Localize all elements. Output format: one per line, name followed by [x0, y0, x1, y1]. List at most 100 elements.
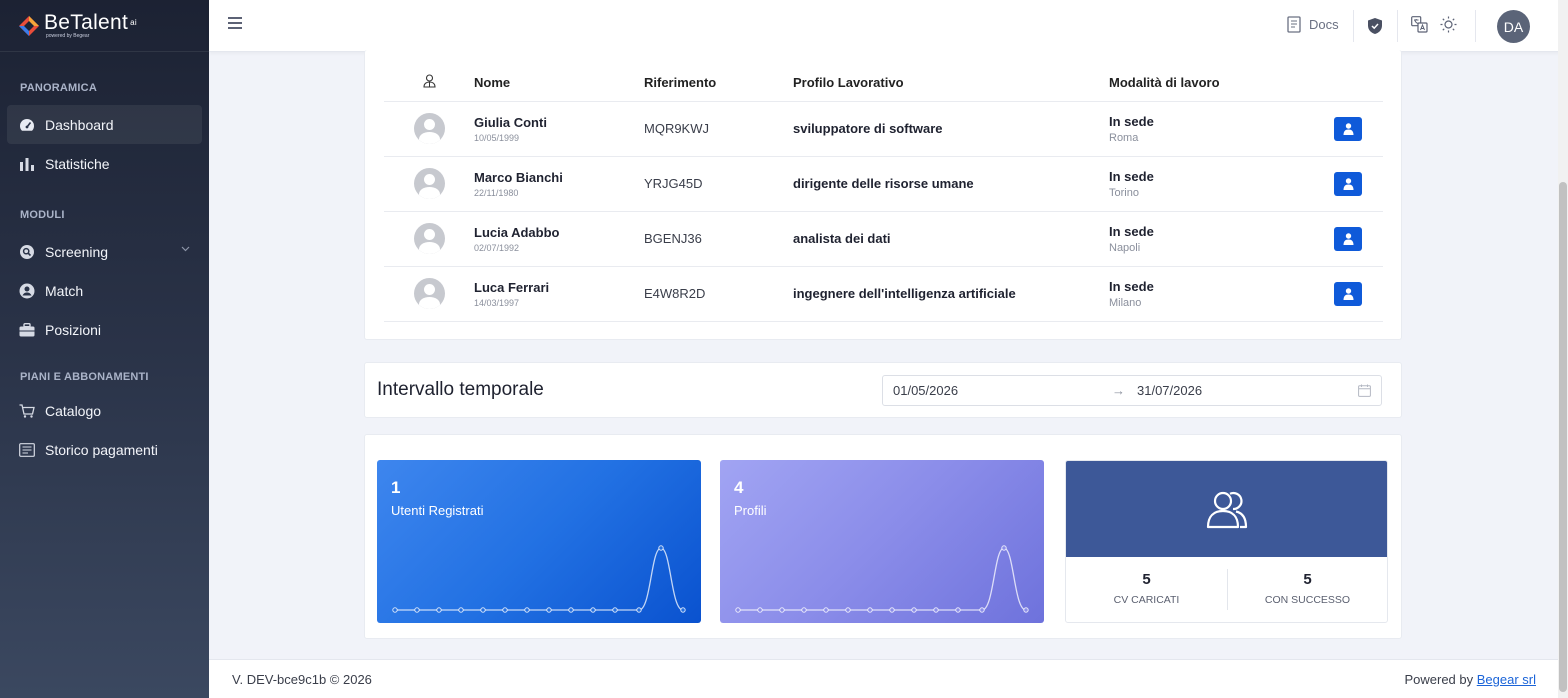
profiles-label: Profili	[734, 503, 767, 518]
table-row[interactable]: Giulia Conti 10/05/1999 MQR9KWJ sviluppat…	[384, 101, 1383, 157]
user-icon	[1343, 122, 1353, 135]
version-label: V. DEV-bce9c1b © 2026	[232, 672, 372, 687]
column-header-profilo[interactable]: Profilo Lavorativo	[793, 64, 1109, 102]
candidate-avatar	[413, 223, 445, 254]
header-divider	[1475, 10, 1476, 42]
users-sparkline	[392, 545, 686, 613]
work-city: Torino	[1109, 186, 1139, 199]
brand-suffix: ai	[130, 17, 137, 27]
view-profile-button[interactable]	[1334, 171, 1362, 196]
cv-success-stat: 5 CON SUCCESSO	[1227, 571, 1387, 606]
docs-label: Docs	[1309, 17, 1339, 32]
sidebar-item-catalogo[interactable]: Catalogo	[7, 391, 202, 430]
cv-success-label: CON SUCCESSO	[1264, 594, 1351, 606]
column-header-modalita[interactable]: Modalità di lavoro	[1109, 64, 1309, 102]
candidate-dob: 02/07/1992	[474, 242, 520, 253]
sidebar-item-label: Screening	[45, 243, 109, 260]
view-profile-button[interactable]	[1334, 226, 1362, 251]
candidate-profile: dirigente delle risorse umane	[793, 176, 974, 191]
date-end-input[interactable]: 31/07/2026	[1137, 383, 1202, 398]
profiles-count: 4	[734, 478, 744, 497]
top-header: Docs DA	[209, 0, 1568, 52]
sidebar-item-label: Catalogo	[45, 402, 102, 419]
users-group-icon	[1206, 491, 1247, 529]
chevron-down-icon[interactable]	[181, 246, 190, 252]
sidebar-item-screening[interactable]: Screening	[7, 232, 202, 271]
search-icon	[19, 244, 35, 260]
sidebar-item-posizioni[interactable]: Posizioni	[7, 310, 202, 349]
cv-stat-tile[interactable]: 5 CV CARICATI 5 CON SUCCESSO	[1065, 460, 1388, 623]
table-row[interactable]: Marco Bianchi 22/11/1980 YRJG45D dirigent…	[384, 156, 1383, 212]
calendar-icon[interactable]	[1358, 384, 1371, 397]
candidate-avatar	[413, 278, 445, 309]
column-header-riferimento[interactable]: Riferimento	[644, 64, 793, 102]
users-stat-tile[interactable]: 1 Utenti Registrati	[377, 460, 701, 623]
document-icon	[1287, 16, 1301, 33]
sidebar-item-label: Match	[45, 282, 84, 299]
candidate-name: Marco Bianchi	[474, 169, 563, 185]
sun-icon[interactable]	[1440, 16, 1457, 33]
docs-link[interactable]: Docs	[1287, 16, 1339, 33]
sidebar-item-dashboard[interactable]: Dashboard	[7, 105, 202, 144]
gauge-icon	[19, 117, 35, 133]
view-profile-button[interactable]	[1334, 116, 1362, 141]
cv-success-count: 5	[1303, 571, 1312, 588]
brand-name: BeTalent	[44, 10, 129, 34]
candidate-dob: 22/11/1980	[474, 187, 519, 198]
candidate-profile: analista dei dati	[793, 231, 891, 246]
begear-link[interactable]: Begear srl	[1477, 672, 1536, 687]
cv-uploaded-count: 5	[1142, 571, 1151, 588]
section-title-moduli: MODULI	[20, 209, 65, 221]
candidate-dob: 14/03/1997	[474, 297, 520, 308]
brand[interactable]: BeTalent ai powered by Begear	[0, 0, 209, 52]
sidebar-item-storico-pagamenti[interactable]: Storico pagamenti	[7, 430, 202, 469]
candidate-profile: sviluppatore di software	[793, 121, 943, 136]
bar-chart-icon	[19, 156, 35, 172]
candidate-avatar	[413, 113, 445, 144]
shield-icon[interactable]	[1367, 17, 1383, 35]
briefcase-icon	[19, 322, 35, 338]
work-city: Milano	[1109, 296, 1142, 309]
interval-title: Intervallo temporale	[377, 379, 544, 400]
candidate-reference: E4W8R2D	[644, 286, 706, 301]
section-title-piani: PIANI E ABBONAMENTI	[20, 371, 149, 383]
sidebar: BeTalent ai powered by Begear PANORAMICA …	[0, 0, 209, 698]
profiles-stat-tile[interactable]: 4 Profili	[720, 460, 1044, 623]
footer: V. DEV-bce9c1b © 2026 Powered by Begear …	[209, 659, 1568, 698]
user-circle-icon	[19, 283, 35, 299]
user-outline-icon	[422, 74, 436, 88]
user-icon	[1343, 232, 1353, 245]
table-header-row: Nome Riferimento Profilo Lavorativo Moda…	[384, 64, 1383, 102]
candidate-avatar	[413, 168, 445, 199]
cv-uploaded-stat: 5 CV CARICATI	[1066, 571, 1227, 606]
sidebar-item-label: Storico pagamenti	[45, 441, 158, 458]
candidates-table-card: Nome Riferimento Profilo Lavorativo Moda…	[364, 50, 1402, 340]
candidate-reference: MQR9KWJ	[644, 121, 709, 136]
sidebar-item-match[interactable]: Match	[7, 271, 202, 310]
avatar-column-header	[384, 64, 474, 102]
work-mode: In sede	[1109, 223, 1154, 239]
work-mode: In sede	[1109, 113, 1154, 129]
table-row[interactable]: Luca Ferrari 14/03/1997 E4W8R2D ingegnere…	[384, 266, 1383, 322]
date-range-picker[interactable]: 01/05/2026 → 31/07/2026	[882, 375, 1382, 406]
menu-toggle-icon[interactable]	[228, 17, 242, 31]
date-start-input[interactable]: 01/05/2026	[893, 383, 958, 398]
arrow-right-icon: →	[1112, 383, 1125, 398]
candidate-name: Luca Ferrari	[474, 279, 550, 295]
cv-uploaded-label: CV CARICATI	[1113, 594, 1180, 606]
stats-card: 1 Utenti Registrati 4 Profili 5 CV CARIC…	[364, 434, 1402, 639]
scrollbar-thumb[interactable]	[1559, 182, 1567, 692]
table-row[interactable]: Lucia Adabbo 02/07/1992 BGENJ36 analista …	[384, 211, 1383, 267]
sidebar-item-label: Dashboard	[45, 116, 114, 133]
candidate-reference: YRJG45D	[644, 176, 703, 191]
column-header-nome[interactable]: Nome	[474, 64, 644, 102]
interval-card: Intervallo temporale 01/05/2026 → 31/07/…	[364, 362, 1402, 418]
translate-icon[interactable]	[1411, 16, 1428, 33]
powered-by-label: Powered by	[1404, 672, 1474, 687]
user-avatar[interactable]: DA	[1497, 10, 1530, 43]
view-profile-button[interactable]	[1334, 281, 1362, 306]
candidate-dob: 10/05/1999	[474, 132, 520, 143]
page-scrollbar[interactable]	[1558, 0, 1568, 698]
sidebar-item-statistiche[interactable]: Statistiche	[7, 144, 202, 183]
work-mode: In sede	[1109, 278, 1154, 294]
